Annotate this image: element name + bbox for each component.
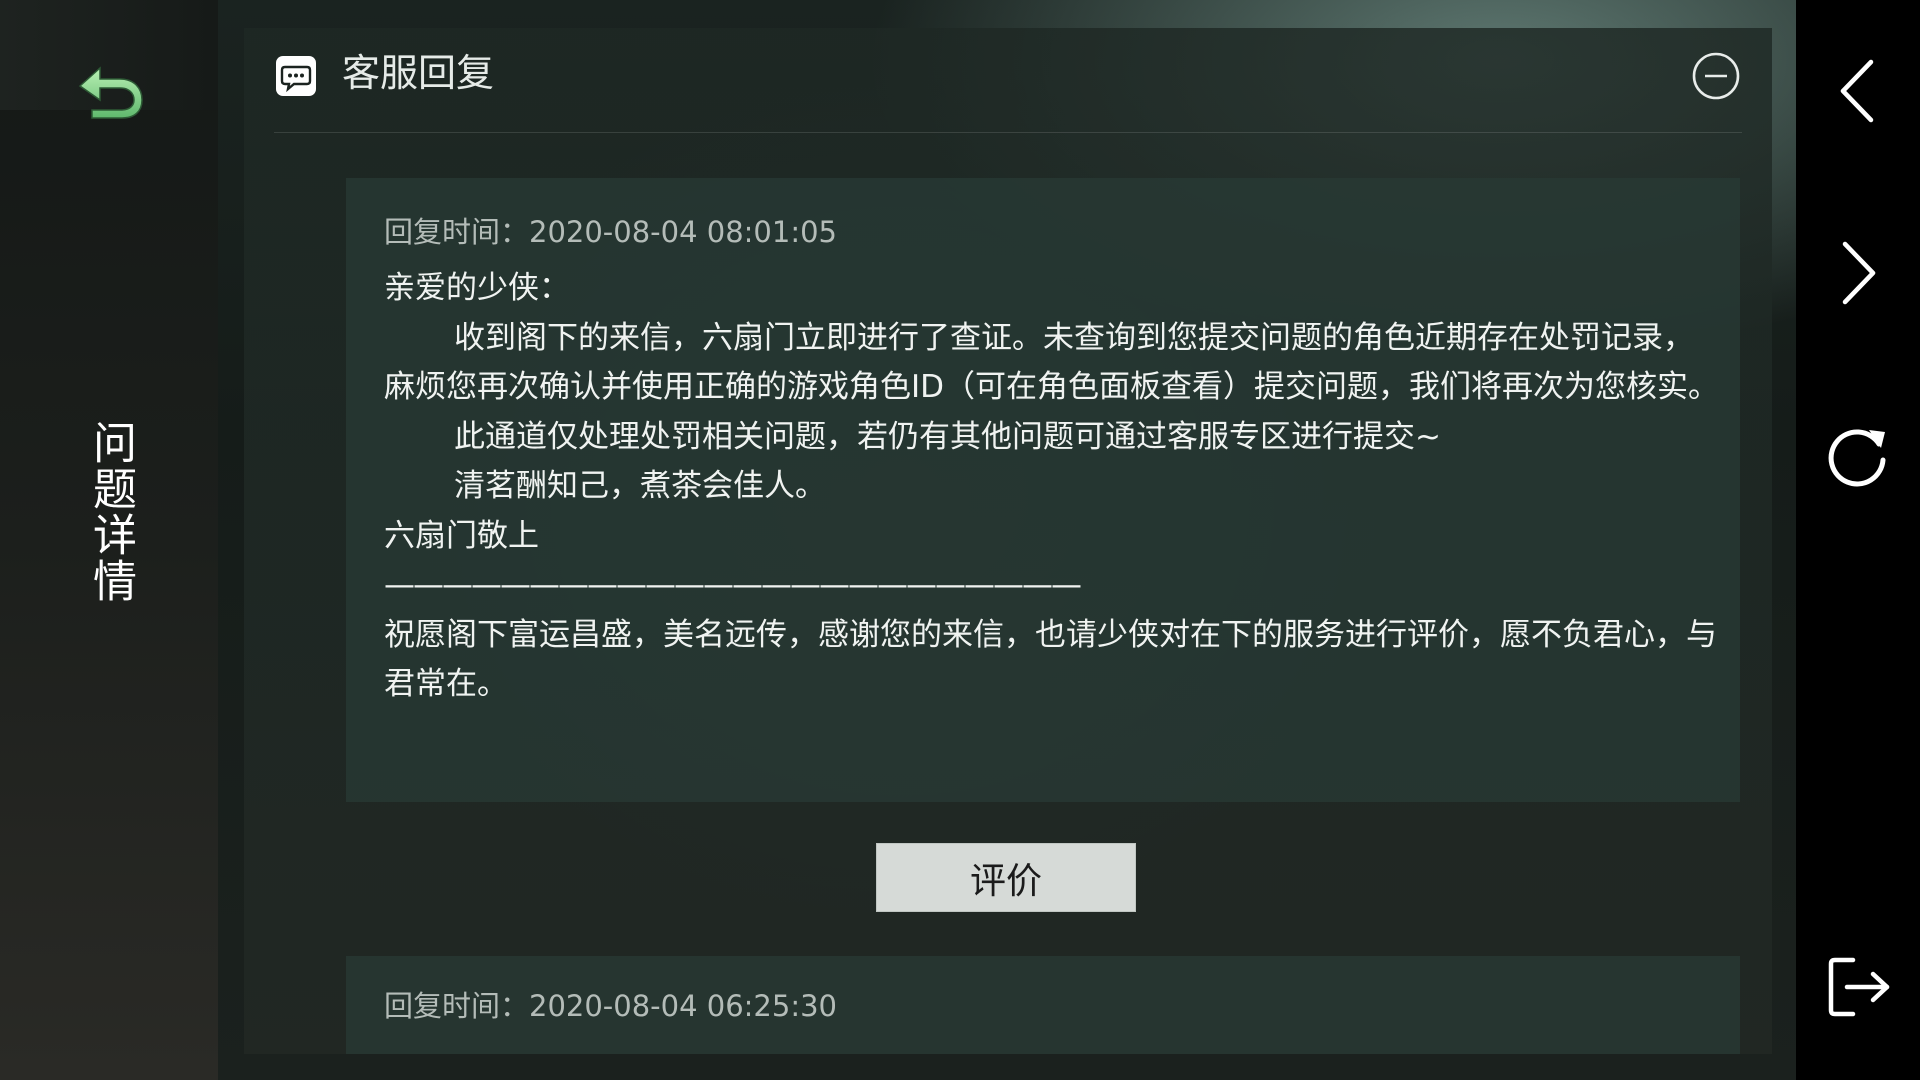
right-nav-bar (1796, 0, 1920, 1080)
refresh-icon (1828, 429, 1886, 487)
reply-time: 回复时间：2020-08-04 08:01:05 (384, 215, 837, 249)
reply-paragraph: 收到阁下的来信，六扇门立即进行了查证。未查询到您提交问题的角色近期存在处罚记录，… (384, 319, 1720, 406)
reply-body: 亲爱的少侠： 收到阁下的来信，六扇门立即进行了查证。未查询到您提交问题的角色近期… (384, 264, 1724, 710)
panel-header: 客服回复 (274, 28, 1742, 133)
reply-time: 回复时间：2020-08-04 06:25:30 (384, 989, 837, 1023)
next-button[interactable] (1796, 228, 1920, 318)
reply-card: 回复时间：2020-08-04 08:01:05 亲爱的少侠： 收到阁下的来信，… (346, 178, 1740, 802)
refresh-button[interactable] (1796, 412, 1920, 502)
reply-divider: ———————————————————————— (384, 567, 1082, 603)
reply-greeting: 亲爱的少侠： (384, 270, 570, 306)
rate-button[interactable]: 评价 (876, 843, 1136, 912)
back-arrow-icon (78, 66, 143, 119)
chat-bubble-icon (274, 54, 318, 98)
panel-title: 客服回复 (342, 51, 495, 95)
back-button[interactable] (72, 60, 152, 126)
customer-service-panel: 客服回复 回复时间：2020-08-04 08:01:05 亲爱的少侠： 收到阁… (244, 28, 1772, 1054)
reply-card: 回复时间：2020-08-04 06:25:30 (346, 956, 1740, 1054)
exit-button[interactable] (1796, 942, 1920, 1032)
left-sidebar: 问题详情 (0, 0, 218, 1080)
minimize-button[interactable] (1690, 50, 1742, 102)
minus-circle-icon (1692, 52, 1740, 100)
page-title: 问题详情 (85, 420, 136, 604)
reply-closing: 祝愿阁下富运昌盛，美名远传，感谢您的来信，也请少侠对在下的服务进行评价，愿不负君… (384, 616, 1717, 703)
chevron-right-icon (1842, 241, 1876, 305)
reply-signature: 六扇门敬上 (384, 517, 539, 554)
chevron-left-icon (1840, 59, 1874, 123)
previous-button[interactable] (1796, 46, 1920, 136)
reply-paragraph: 此通道仅处理处罚相关问题，若仍有其他问题可通过客服专区进行提交~ (454, 418, 1441, 455)
reply-paragraph: 清茗酬知己，煮茶会佳人。 (454, 468, 826, 504)
exit-icon (1828, 957, 1890, 1017)
